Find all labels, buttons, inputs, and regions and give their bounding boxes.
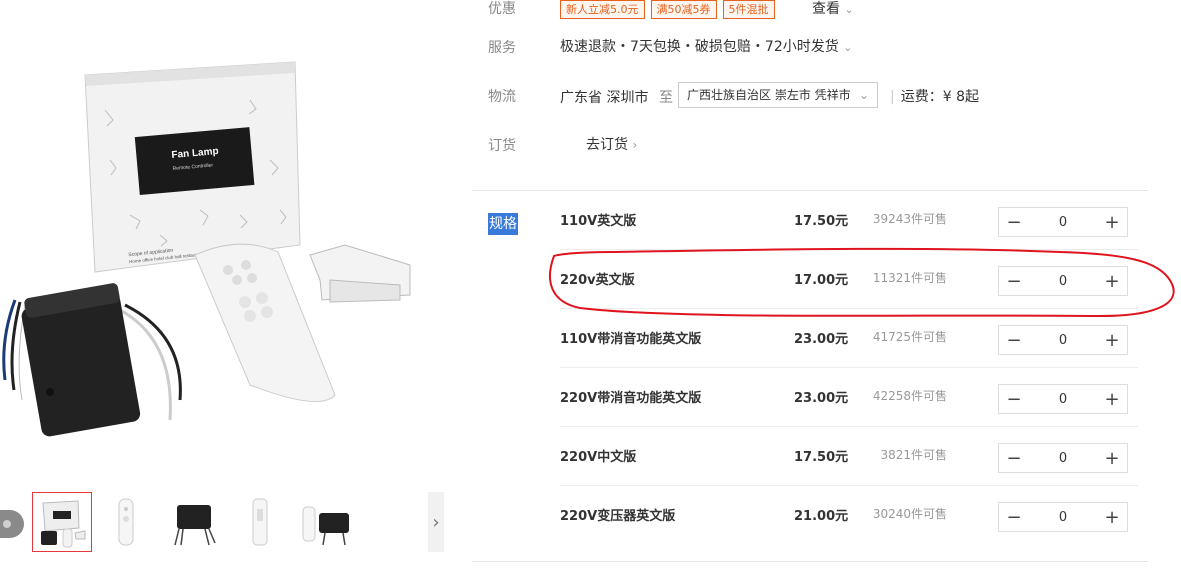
chevron-right-icon: › [432,511,440,533]
destination-value: 广西壮族自治区 崇左市 凭祥市 [687,88,851,102]
next-thumb-button[interactable]: › [428,492,444,552]
sku-row: 220V变压器英文版 21.00元 30240件可售 − 0 + [560,487,1140,545]
promo-tag[interactable]: 5件混批 [722,0,775,19]
shipping-fee: | 运费：¥ 8起 [890,89,979,105]
decrease-button[interactable]: − [999,326,1029,354]
quantity-input[interactable]: 0 [1029,267,1097,295]
quantity-input[interactable]: 0 [1029,385,1097,413]
sku-stock: 11321件可售 [872,271,947,285]
sku-name: 220v英文版 [560,273,635,288]
quantity-input[interactable]: 0 [1029,444,1097,472]
promo-view-more-label: 查看 [812,1,840,17]
row-divider [560,485,1138,486]
order-label: 订货 [488,138,516,154]
chevron-right-icon: › [632,138,638,152]
increase-button[interactable]: + [1097,326,1127,354]
thumbnail-set-image [302,506,349,546]
sku-name: 220V中文版 [560,450,637,465]
row-divider [560,249,1138,250]
thumbnail-3[interactable] [164,492,222,550]
quantity-stepper: − 0 + [998,384,1128,414]
section-divider [472,561,1148,562]
chevron-down-icon: ⌄ [843,41,853,54]
wall-bracket [309,244,411,303]
section-divider [472,190,1148,191]
quantity-stepper: − 0 + [998,325,1128,355]
chevron-down-icon: ⌄ [858,88,869,102]
quantity-input[interactable]: 0 [1029,503,1097,531]
row-divider [560,308,1138,309]
promo-tags: 新人立减5.0元 满50减5券 5件混批 [560,0,775,19]
increase-button[interactable]: + [1097,503,1127,531]
thumbnail-2[interactable] [98,492,156,550]
chevron-down-icon: ⌄ [844,3,854,16]
sku-name: 220V变压器英文版 [560,509,676,524]
logistics-label: 物流 [488,89,516,105]
promo-label: 优惠 [488,1,516,17]
thumbnail-4[interactable] [230,492,288,550]
thumbnail-5[interactable] [296,492,354,550]
product-box-illustration: Fan Lamp Remote Controller Scope of appl… [84,61,301,273]
quantity-input[interactable]: 0 [1029,208,1097,236]
decrease-button[interactable]: − [999,503,1029,531]
sku-price: 23.00元 [794,391,849,406]
decrease-button[interactable]: − [999,267,1029,295]
ship-from: 广东省 深圳市 [560,90,649,106]
promo-tag[interactable]: 新人立减5.0元 [560,0,645,19]
thumbnail-receiver-image [174,505,216,546]
sku-price: 23.00元 [794,332,849,347]
increase-button[interactable]: + [1097,385,1127,413]
sku-name: 110V英文版 [560,214,637,229]
quantity-stepper: − 0 + [998,502,1128,532]
spec-label: 规格 [488,213,518,235]
sku-name: 220V带消音功能英文版 [560,391,702,406]
thumbnail-box-image [41,500,86,548]
service-text: 极速退款・7天包换・破损包赔・72小时发货 [560,39,839,55]
sku-row: 110V带消音功能英文版 23.00元 41725件可售 − 0 + [560,310,1140,368]
row-divider [560,426,1138,427]
sku-row: 220V带消音功能英文版 23.00元 42258件可售 − 0 + [560,369,1140,427]
order-link-text: 去订货 [586,137,628,153]
promo-view-more[interactable]: 查看 ⌄ [812,0,854,18]
receiver-module [2,283,182,437]
increase-button[interactable]: + [1097,267,1127,295]
increase-button[interactable]: + [1097,444,1127,472]
row-divider [560,367,1138,368]
sku-stock: 41725件可售 [872,330,947,344]
sku-stock: 42258件可售 [872,389,947,403]
sku-stock: 3821件可售 [880,448,947,462]
service-label: 服务 [488,40,516,56]
sku-stock: 30240件可售 [872,507,947,521]
quantity-stepper: − 0 + [998,443,1128,473]
shipping-fee-text: 运费：¥ 8起 [900,89,979,105]
increase-button[interactable]: + [1097,208,1127,236]
decrease-button[interactable]: − [999,444,1029,472]
sku-stock: 39243件可售 [872,212,947,226]
destination-select[interactable]: 广西壮族自治区 崇左市 凭祥市 ⌄ [678,82,878,108]
thumbnail-strip: › [0,492,450,554]
sku-price: 17.00元 [794,273,849,288]
decrease-button[interactable]: − [999,385,1029,413]
thumbnail-remote-front-image [252,498,268,546]
service-info[interactable]: 极速退款・7天包换・破损包赔・72小时发货 ⌄ [560,36,852,56]
thumbnail-remote-image [118,498,134,546]
sku-price: 21.00元 [794,509,849,524]
quantity-stepper: − 0 + [998,207,1128,237]
sku-row: 220v英文版 17.00元 11321件可售 − 0 + [560,251,1140,309]
sku-row: 220V中文版 17.50元 3821件可售 − 0 + [560,428,1140,486]
thumbnail-1[interactable] [32,492,92,552]
decrease-button[interactable]: − [999,208,1029,236]
product-main-image: Fan Lamp Remote Controller Scope of appl… [2,61,411,437]
quantity-input[interactable]: 0 [1029,326,1097,354]
quantity-stepper: − 0 + [998,266,1128,296]
ship-to-label: 至 [659,90,673,106]
sku-price: 17.50元 [794,450,849,465]
remote-control [194,243,336,403]
sku-row: 110V英文版 17.50元 39243件可售 − 0 + [560,192,1140,250]
promo-tag[interactable]: 满50减5券 [650,0,717,19]
prev-thumb-button[interactable] [0,510,24,538]
sku-name: 110V带消音功能英文版 [560,332,702,347]
order-link[interactable]: 去订货 › [586,134,637,154]
sku-price: 17.50元 [794,214,849,229]
